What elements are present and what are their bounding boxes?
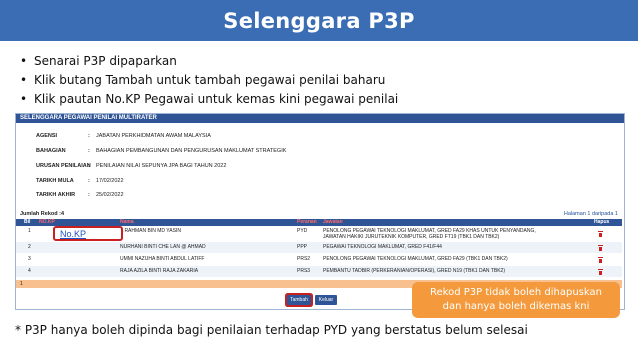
table-header: Bil NO.KP Nama Peranan Jawatan Hapus [16, 219, 622, 226]
instruction-list: Senarai P3P dipaparkan Klik butang Tamba… [14, 52, 398, 109]
app-header: SELENGGARA PEGAWAI PENILAI MULTIRATER [16, 114, 624, 123]
records-bar: Jumlah Rekod :4 Halaman 1 daripada 1 [16, 210, 622, 218]
info-value: 17/02/2022 [96, 178, 124, 184]
nokp-link-highlight: No.KP [53, 226, 123, 241]
column-header-nokp[interactable]: NO.KP [39, 219, 55, 226]
info-value: 25/02/2022 [96, 192, 124, 198]
slide-title-banner: Selenggara P3P [0, 0, 638, 41]
info-row-tarikh-akhir: TARIKH AKHIR:25/02/2022 [36, 192, 124, 198]
column-header-hapus: Hapus [594, 219, 610, 225]
info-label: TARIKH AKHIR [36, 192, 76, 198]
row-jawatan-line: JAWATAN HAKIKI JURUTEKNIK KOMPUTER, GRED… [323, 234, 500, 240]
row-peranan: PRS2 [297, 256, 311, 262]
tambah-button[interactable]: Tambah [287, 295, 311, 305]
footnote: * P3P hanya boleh dipinda bagi penilaian… [15, 323, 528, 337]
row-nama: NURHANI BINTI CHE LAN @ AHMAD [120, 244, 206, 250]
row-jawatan-line: PEMBANTU TADBIR (PERKERANIAN/OPERASI), G… [323, 268, 505, 274]
info-label: AGENSI [36, 133, 58, 139]
info-label: BAHAGIAN [36, 148, 66, 154]
instruction-item: Senarai P3P dipaparkan [14, 52, 398, 71]
page-number[interactable]: 1 [20, 281, 23, 287]
column-header-nama[interactable]: Nama [120, 219, 134, 226]
record-count: Jumlah Rekod :4 [20, 211, 65, 217]
instruction-item: Klik pautan No.KP Pegawai untuk kemas ki… [14, 90, 398, 109]
column-header-bil: Bil [24, 219, 31, 225]
row-bil: 3 [28, 256, 31, 262]
info-row-urusan: URUSAN PENILAIAN: PENILAIAN NILAI SEPUNYA… [36, 163, 227, 169]
row-nama: UMMI NAZUHA BINTI ABDUL LATIFF [120, 256, 205, 262]
row-jawatan-line: PEGAWAI TEKNOLOGI MAKLUMAT, GRED F41/F44 [323, 244, 442, 250]
delete-icon[interactable] [598, 245, 603, 251]
table-row: 2 NURHANI BINTI CHE LAN @ AHMAD PPP PEGA… [16, 242, 622, 253]
row-bil: 4 [28, 268, 31, 274]
row-peranan: PYD [297, 228, 308, 234]
nokp-link[interactable]: No.KP [60, 229, 86, 239]
column-header-peranan[interactable]: Peranan [297, 219, 317, 226]
row-bil: 1 [28, 228, 31, 234]
info-row-tarikh-mula: TARIKH MULA:17/02/2022 [36, 178, 124, 184]
row-peranan: PRS3 [297, 268, 311, 274]
delete-icon[interactable] [598, 269, 603, 275]
pagination-info: Halaman 1 daripada 1 [563, 211, 618, 217]
table-row: 4 RAJA AZILA BINTI RAJA ZAKARIA PRS3 PEM… [16, 266, 622, 277]
info-value: JABATAN PERKHIDMATAN AWAM MALAYSIA [96, 133, 211, 139]
info-row-agensi: AGENSI: JABATAN PERKHIDMATAN AWAM MALAYSI… [36, 133, 211, 139]
row-bil: 2 [28, 244, 31, 250]
row-jawatan-line: PENOLONG PEGAWAI TEKNOLOGI MAKLUMAT, GRE… [323, 256, 508, 262]
column-header-jawatan[interactable]: Jawatan [323, 219, 343, 226]
row-nama: A RAHMAN BIN MD YASIN [120, 228, 181, 234]
row-nama: RAJA AZILA BINTI RAJA ZAKARIA [120, 268, 199, 274]
evaluation-info: AGENSI: JABATAN PERKHIDMATAN AWAM MALAYSI… [16, 125, 622, 209]
callout-note: Rekod P3P tidak boleh dihapuskan dan han… [412, 282, 620, 318]
slide-title: Selenggara P3P [223, 8, 415, 33]
instruction-item: Klik butang Tambah untuk tambah pegawai … [14, 71, 398, 90]
info-row-bahagian: BAHAGIAN: BAHAGIAN PEMBANGUNAN DAN PENGUR… [36, 148, 287, 154]
delete-icon[interactable] [598, 231, 603, 237]
table-row: 3 UMMI NAZUHA BINTI ABDUL LATIFF PRS2 PE… [16, 254, 622, 265]
info-label: TARIKH MULA [36, 178, 74, 184]
row-peranan: PPP [297, 244, 308, 250]
app-screenshot: SELENGGARA PEGAWAI PENILAI MULTIRATER AG… [15, 113, 625, 310]
callout-text: Rekod P3P tidak boleh dihapuskan dan han… [430, 287, 602, 312]
keluar-button[interactable]: Keluar [315, 295, 337, 305]
info-label: URUSAN PENILAIAN [36, 163, 91, 169]
delete-icon[interactable] [598, 257, 603, 263]
info-value: BAHAGIAN PEMBANGUNAN DAN PENGURUSAN MAKL… [96, 148, 287, 154]
info-value: PENILAIAN NILAI SEPUNYA JPA BAGI TAHUN 2… [96, 163, 227, 169]
